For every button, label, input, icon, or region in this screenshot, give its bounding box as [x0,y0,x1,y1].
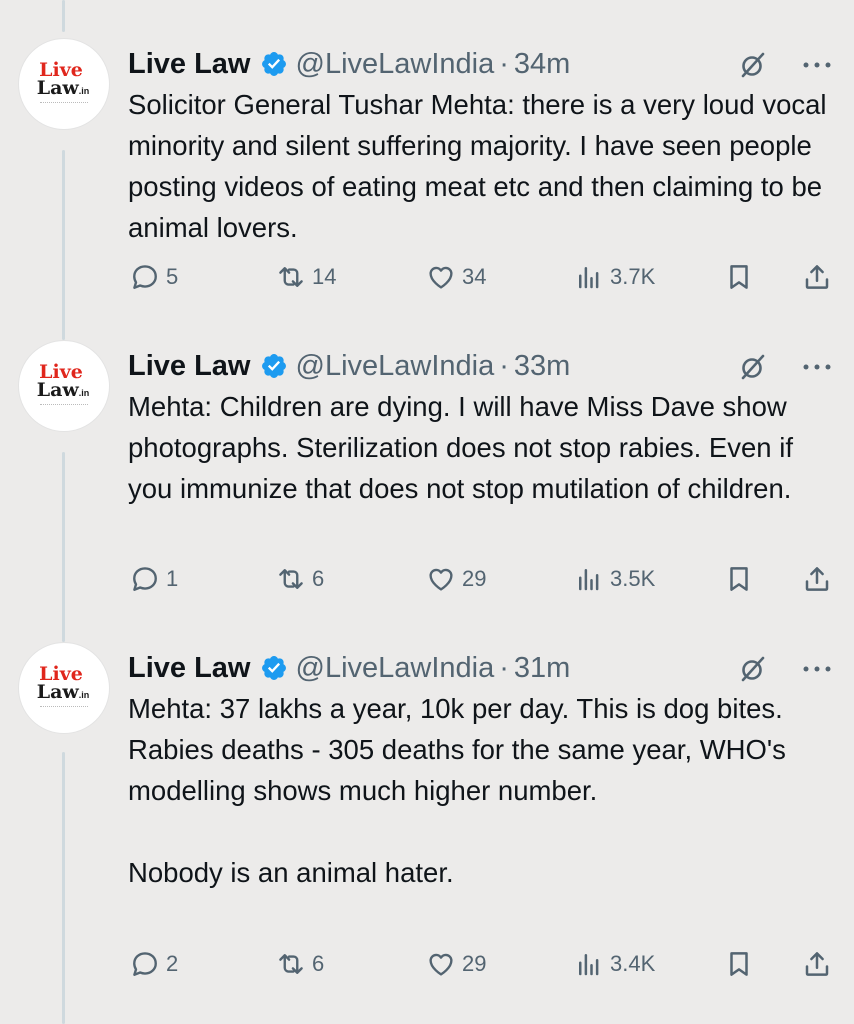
timestamp[interactable]: 34m [514,48,570,81]
reply-count: 2 [166,951,179,976]
bookmark-icon [730,265,748,289]
grok-icon[interactable] [738,654,768,684]
views-button[interactable]: 3.4K [574,949,655,979]
avatar[interactable]: Live Law.in [18,642,110,734]
header-actions [738,50,832,80]
like-count: 29 [462,566,487,591]
author-name[interactable]: Live Law [128,652,251,685]
more-icon[interactable] [802,664,832,674]
views-button[interactable]: 3.5K [574,564,655,594]
share-icon [805,952,829,976]
like-count: 34 [462,264,487,289]
share-button[interactable] [802,564,832,594]
tweet-actions: 5 14 34 3.7K [130,262,830,298]
views-icon [579,267,599,289]
share-button[interactable] [802,949,832,979]
tweet-header: Live Law @LiveLawIndia · 34m [128,44,570,84]
tweet-actions: 2 6 29 3.4K [130,949,830,985]
repost-button[interactable]: 6 [276,949,324,979]
thread-line-top [62,0,65,32]
repost-icon [279,954,303,974]
tweet[interactable]: Live Law.in Live Law @LiveLawIndia · 34m… [0,38,854,338]
repost-count: 14 [312,264,337,289]
tweet-actions: 1 6 29 3.5K [130,564,830,600]
bookmark-button[interactable] [724,564,754,594]
reply-icon [133,952,157,976]
reply-button[interactable]: 1 [130,564,178,594]
header-actions [738,352,832,382]
tweet-text: Solicitor General Tushar Mehta: there is… [128,89,827,243]
views-icon [579,954,599,976]
author-handle[interactable]: @LiveLawIndia [296,652,495,685]
heart-icon [429,266,453,289]
timestamp[interactable]: 31m [514,652,570,685]
grok-icon[interactable] [738,352,768,382]
timestamp[interactable]: 33m [514,350,570,383]
like-button[interactable]: 34 [426,262,486,292]
heart-icon [429,953,453,976]
like-button[interactable]: 29 [426,949,486,979]
separator-dot: · [499,349,509,382]
repost-button[interactable]: 6 [276,564,324,594]
logo-law-text: Law.in [36,77,90,99]
share-button[interactable] [802,262,832,292]
reply-button[interactable]: 5 [130,262,178,292]
tweet-text: Mehta: 37 lakhs a year, 10k per day. Thi… [128,693,786,888]
share-icon [805,567,829,591]
tweet[interactable]: Live Law.in Live Law @LiveLawIndia · 33m… [0,340,854,640]
views-icon [579,569,599,591]
bookmark-icon [730,567,748,591]
like-button[interactable]: 29 [426,564,486,594]
repost-count: 6 [312,951,325,976]
separator-dot: · [499,47,509,80]
logo-law-text: Law.in [36,379,90,401]
like-count: 29 [462,951,487,976]
tweet[interactable]: Live Law.in Live Law @LiveLawIndia · 31m… [0,642,854,1024]
bookmark-button[interactable] [724,949,754,979]
reply-count: 1 [166,566,179,591]
tweet-header: Live Law @LiveLawIndia · 33m [128,346,570,386]
verified-badge-icon [261,656,286,680]
bookmark-button[interactable] [724,262,754,292]
logo-tagline [40,102,88,106]
views-count: 3.7K [610,264,656,289]
header-actions [738,654,832,684]
logo-tagline [40,706,88,710]
repost-icon [279,267,303,287]
views-count: 3.5K [610,566,656,591]
heart-icon [429,568,453,591]
views-count: 3.4K [610,951,656,976]
verified-badge-icon [261,354,286,378]
more-icon[interactable] [802,362,832,372]
views-button[interactable]: 3.7K [574,262,655,292]
repost-count: 6 [312,566,325,591]
reply-icon [133,567,157,591]
author-handle[interactable]: @LiveLawIndia [296,350,495,383]
repost-button[interactable]: 14 [276,262,336,292]
separator-dot: · [499,651,509,684]
verified-badge-icon [261,52,286,76]
avatar[interactable]: Live Law.in [18,38,110,130]
share-icon [805,265,829,289]
logo-tagline [40,404,88,408]
reply-count: 5 [166,264,179,289]
reply-button[interactable]: 2 [130,949,178,979]
reply-icon [133,265,157,289]
author-handle[interactable]: @LiveLawIndia [296,48,495,81]
more-icon[interactable] [802,60,832,70]
author-name[interactable]: Live Law [128,48,251,81]
avatar[interactable]: Live Law.in [18,340,110,432]
bookmark-icon [730,952,748,976]
logo-law-text: Law.in [36,681,90,703]
tweet-header: Live Law @LiveLawIndia · 31m [128,648,570,688]
repost-icon [279,569,303,589]
grok-icon[interactable] [738,50,768,80]
tweet-text: Mehta: Children are dying. I will have M… [128,391,793,504]
author-name[interactable]: Live Law [128,350,251,383]
